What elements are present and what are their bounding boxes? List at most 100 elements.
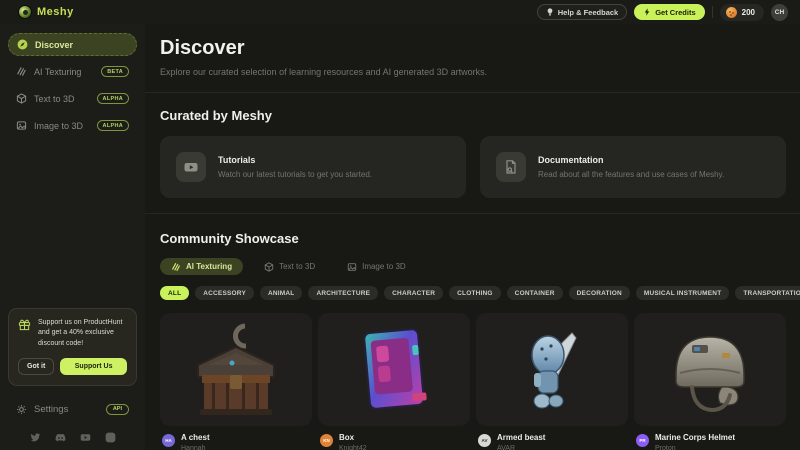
artwork-title[interactable]: Armed beast <box>497 433 545 442</box>
promo-text: Support us on ProductHunt and get a 40% … <box>38 318 127 350</box>
showcase-card: HA A chest Hannah <box>160 313 312 450</box>
documentation-card[interactable]: Documentation Read about all the feature… <box>480 136 786 198</box>
alpha-badge: ALPHA <box>97 120 129 131</box>
help-feedback-button[interactable]: Help & Feedback <box>537 4 627 20</box>
filter-animal[interactable]: ANIMAL <box>260 286 302 300</box>
filter-accessory[interactable]: ACCESSORY <box>195 286 254 300</box>
support-us-button[interactable]: Support Us <box>60 358 127 375</box>
curated-card-title: Tutorials <box>218 155 372 165</box>
sidebar-item-text-to-3d[interactable]: Text to 3D ALPHA <box>8 87 137 110</box>
document-search-icon <box>496 152 526 182</box>
curated-card-title: Documentation <box>538 155 724 165</box>
showcase-card: AV Armed beast AVAR <box>476 313 628 450</box>
showcase-meta: AV Armed beast AVAR <box>476 433 628 450</box>
armed-beast-thumbnail[interactable] <box>476 313 628 426</box>
showcase-meta: PR Marine Corps Helmet Proton <box>634 433 786 450</box>
cube-icon <box>16 93 27 104</box>
get-credits-button[interactable]: Get Credits <box>634 4 704 20</box>
meshy-app: Meshy Help & Feedback Get Credits 200 CH <box>0 0 800 450</box>
filter-transportation[interactable]: TRANSPORTATION <box>735 286 800 300</box>
section-divider <box>145 92 800 93</box>
topbar-actions: Help & Feedback Get Credits 200 CH <box>537 4 788 21</box>
image-icon <box>347 262 357 272</box>
sidebar-item-label: Text to 3D <box>34 94 90 104</box>
showcase-heading: Community Showcase <box>160 231 786 246</box>
artwork-author[interactable]: Knight42 <box>339 445 367 450</box>
artwork-title[interactable]: Marine Corps Helmet <box>655 433 735 442</box>
sidebar-item-image-to-3d[interactable]: Image to 3D ALPHA <box>8 114 137 137</box>
social-links <box>8 430 137 441</box>
author-avatar[interactable]: AV <box>478 434 491 447</box>
gift-icon <box>18 318 31 331</box>
topbar-divider <box>712 6 713 18</box>
help-feedback-label: Help & Feedback <box>558 8 618 17</box>
filter-musical-instrument[interactable]: MUSICAL INSTRUMENT <box>636 286 730 300</box>
settings-label: Settings <box>34 404 99 415</box>
chest-thumbnail[interactable] <box>160 313 312 426</box>
artwork-author[interactable]: AVAR <box>497 445 545 450</box>
page-subtitle: Explore our curated selection of learnin… <box>160 67 786 77</box>
filter-decoration[interactable]: DECORATION <box>569 286 630 300</box>
section-divider <box>145 213 800 214</box>
artwork-title[interactable]: A chest <box>181 433 210 442</box>
category-filters: ALL ACCESSORY ANIMAL ARCHITECTURE CHARAC… <box>160 286 786 300</box>
tutorials-card[interactable]: Tutorials Watch our latest tutorials to … <box>160 136 466 198</box>
filter-character[interactable]: CHARACTER <box>384 286 443 300</box>
sidebar-item-label: Image to 3D <box>34 121 90 131</box>
get-credits-label: Get Credits <box>655 8 695 17</box>
showcase-tabs: AI Texturing Text to 3D Image to 3D <box>160 258 786 275</box>
curated-card-desc: Read about all the features and use case… <box>538 170 724 179</box>
artwork-title[interactable]: Box <box>339 433 367 442</box>
showcase-grid: HA A chest Hannah <box>160 313 786 450</box>
twitter-icon[interactable] <box>30 430 41 441</box>
sidebar-item-label: Discover <box>35 40 128 50</box>
filter-all[interactable]: ALL <box>160 286 189 300</box>
lightbulb-icon <box>546 8 554 16</box>
tab-image-to-3d[interactable]: Image to 3D <box>336 258 417 275</box>
main-content: Discover Explore our curated selection o… <box>145 24 800 450</box>
helmet-thumbnail[interactable] <box>634 313 786 426</box>
sidebar-item-settings[interactable]: Settings API <box>8 398 137 420</box>
alpha-badge: ALPHA <box>97 93 129 104</box>
sidebar-item-discover[interactable]: Discover <box>8 33 137 56</box>
filter-container[interactable]: CONTAINER <box>507 286 563 300</box>
tab-label: Text to 3D <box>279 262 315 271</box>
user-avatar[interactable]: CH <box>771 4 788 21</box>
tab-text-to-3d[interactable]: Text to 3D <box>253 258 326 275</box>
producthunt-promo-card: Support us on ProductHunt and get a 40% … <box>8 308 137 387</box>
lightning-bolt-icon <box>643 8 651 16</box>
api-badge: API <box>106 404 129 415</box>
curated-card-desc: Watch our latest tutorials to get you st… <box>218 170 372 179</box>
box-thumbnail[interactable] <box>318 313 470 426</box>
credits-balance[interactable]: 200 <box>720 4 764 21</box>
artwork-author[interactable]: Hannah <box>181 445 210 450</box>
cube-icon <box>264 262 274 272</box>
youtube-icon[interactable] <box>80 430 91 441</box>
tab-ai-texturing[interactable]: AI Texturing <box>160 258 243 275</box>
brand-name: Meshy <box>37 6 74 18</box>
beta-badge: BETA <box>101 66 129 77</box>
brand-logo[interactable]: Meshy <box>18 5 74 19</box>
showcase-meta: KN Box Knight42 <box>318 433 470 450</box>
top-bar: Meshy Help & Feedback Get Credits 200 CH <box>0 0 800 24</box>
sidebar-spacer <box>8 141 137 308</box>
sidebar-item-label: AI Texturing <box>34 67 94 77</box>
showcase-meta: HA A chest Hannah <box>160 433 312 450</box>
sidebar: Discover AI Texturing BETA Text to 3D AL… <box>0 24 145 450</box>
image-icon <box>16 120 27 131</box>
instagram-icon[interactable] <box>105 430 116 441</box>
sidebar-item-ai-texturing[interactable]: AI Texturing BETA <box>8 60 137 83</box>
artwork-author[interactable]: Proton <box>655 445 735 450</box>
got-it-button[interactable]: Got it <box>18 358 54 375</box>
filter-architecture[interactable]: ARCHITECTURE <box>308 286 378 300</box>
youtube-play-icon <box>176 152 206 182</box>
discover-compass-icon <box>17 39 28 50</box>
author-avatar[interactable]: HA <box>162 434 175 447</box>
texture-brush-icon <box>16 66 27 77</box>
discord-icon[interactable] <box>55 430 66 441</box>
author-avatar[interactable]: PR <box>636 434 649 447</box>
meshy-logo-icon <box>18 5 32 19</box>
filter-clothing[interactable]: CLOTHING <box>449 286 501 300</box>
gear-icon <box>16 404 27 415</box>
author-avatar[interactable]: KN <box>320 434 333 447</box>
